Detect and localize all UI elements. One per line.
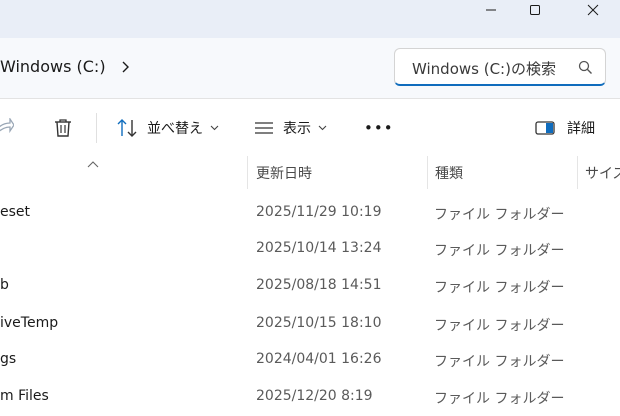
maximize-icon	[530, 5, 540, 15]
column-header-date[interactable]: 更新日時	[256, 163, 312, 183]
file-type: ファイル フォルダー	[434, 318, 565, 334]
file-name: eset	[0, 204, 31, 220]
view-button[interactable]: 表示	[254, 99, 327, 156]
file-row[interactable]: 2025/10/14 13:24 ファイル フォルダー	[0, 232, 620, 268]
minimize-button[interactable]	[468, 0, 514, 20]
column-divider[interactable]	[577, 156, 578, 189]
close-icon	[587, 4, 599, 16]
breadcrumb-chevron-icon[interactable]	[120, 59, 130, 79]
file-name: m Files	[0, 388, 49, 404]
chevron-down-icon	[318, 125, 327, 131]
minimize-icon	[486, 9, 496, 11]
close-button[interactable]	[570, 0, 616, 20]
file-type: ファイル フォルダー	[434, 280, 565, 296]
toolbar-divider	[96, 113, 97, 143]
file-row[interactable]: eset 2025/11/29 10:19 ファイル フォルダー	[0, 196, 620, 232]
file-type: ファイル フォルダー	[434, 354, 565, 370]
share-icon	[0, 117, 14, 133]
search-icon[interactable]	[578, 60, 593, 79]
sort-label: 並べ替え	[147, 120, 203, 137]
details-pane-icon	[535, 120, 555, 135]
file-date: 2025/08/18 14:51	[256, 277, 382, 293]
file-date: 2025/10/14 13:24	[256, 240, 382, 256]
trash-icon	[55, 118, 71, 137]
column-header-type[interactable]: 種類	[435, 163, 463, 183]
chevron-down-icon	[210, 125, 219, 131]
file-name: iveTemp	[0, 315, 59, 331]
maximize-button[interactable]	[512, 0, 558, 20]
details-pane-button[interactable]: 詳細	[535, 99, 595, 156]
file-name: b	[0, 277, 9, 293]
sort-button[interactable]: 並べ替え	[116, 99, 219, 156]
file-date: 2025/11/29 10:19	[256, 204, 382, 220]
file-type: ファイル フォルダー	[434, 243, 565, 259]
file-date: 2024/04/01 16:26	[256, 351, 382, 367]
search-input[interactable]: Windows (C:)の検索	[412, 58, 562, 79]
column-divider[interactable]	[247, 156, 248, 189]
breadcrumb-current[interactable]: Windows (C:)	[0, 57, 106, 76]
file-date: 2025/10/15 18:10	[256, 315, 382, 331]
column-divider[interactable]	[427, 156, 428, 189]
file-row[interactable]: m Files 2025/12/20 8:19 ファイル フォルダー	[0, 380, 620, 416]
view-label: 表示	[283, 120, 311, 137]
search-box[interactable]: Windows (C:)の検索	[394, 48, 606, 86]
file-type: ファイル フォルダー	[434, 207, 565, 223]
file-name: gs	[0, 351, 17, 367]
file-row[interactable]: b 2025/08/18 14:51 ファイル フォルダー	[0, 269, 620, 305]
file-type: ファイル フォルダー	[434, 391, 565, 407]
sort-indicator-icon	[87, 154, 99, 173]
file-row[interactable]: iveTemp 2025/10/15 18:10 ファイル フォルダー	[0, 307, 620, 343]
share-button[interactable]	[0, 99, 14, 156]
more-options-button[interactable]: •••	[364, 99, 394, 156]
sort-icon	[117, 118, 137, 137]
view-icon	[255, 121, 273, 134]
file-row[interactable]: gs 2024/04/01 16:26 ファイル フォルダー	[0, 343, 620, 379]
file-date: 2025/12/20 8:19	[256, 388, 373, 404]
column-header-size[interactable]: サイズ	[585, 163, 620, 183]
delete-button[interactable]	[52, 99, 74, 156]
more-icon: •••	[364, 118, 394, 137]
details-label: 詳細	[567, 120, 595, 137]
